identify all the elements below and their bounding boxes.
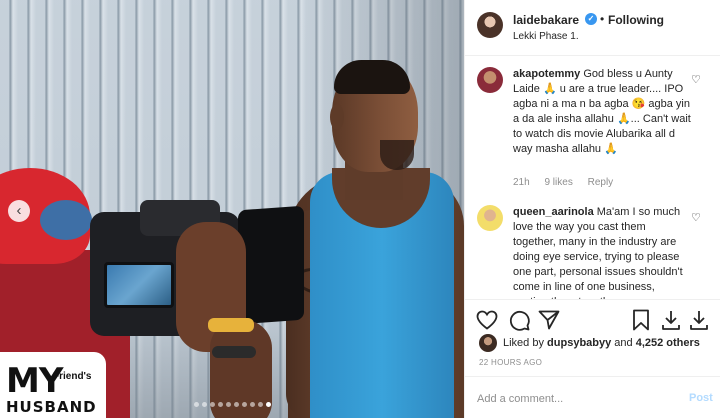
post-header: laidebakare ✓ • Following Lekki Phase 1.: [465, 0, 720, 56]
post-comment-button[interactable]: Post: [689, 392, 713, 404]
bookmark-icon[interactable]: [629, 308, 653, 332]
black-bracelet: [212, 346, 256, 358]
carousel-dot[interactable]: [266, 402, 271, 407]
add-comment-bar: Post: [465, 376, 720, 418]
post-side-panel: laidebakare ✓ • Following Lekki Phase 1.…: [464, 0, 720, 418]
liker-avatar[interactable]: [479, 334, 497, 352]
carousel-dot[interactable]: [258, 402, 263, 407]
comment-like-heart-icon[interactable]: ♡: [691, 73, 701, 86]
comment-icon[interactable]: [507, 308, 531, 332]
commenter-username[interactable]: queen_aarinola: [513, 206, 594, 218]
likes-others-count[interactable]: 4,252 others: [636, 337, 700, 349]
comment-text: God bless u Aunty Laide 🙏 u are a true l…: [513, 68, 691, 155]
movie-logo-husband: HUSBAND: [6, 398, 97, 416]
actor-hair: [334, 60, 410, 94]
download-icon[interactable]: [687, 308, 711, 332]
carousel-dot[interactable]: [218, 402, 223, 407]
likes-connector: and: [614, 337, 633, 349]
carousel-dot[interactable]: [202, 402, 207, 407]
author-username[interactable]: laidebakare: [513, 13, 579, 27]
comment-like-heart-icon[interactable]: ♡: [691, 211, 701, 224]
likes-text: Liked by dupsybabyy and 4,252 others: [503, 337, 700, 349]
likes-summary: Liked by dupsybabyy and 4,252 others: [465, 332, 720, 354]
verified-badge-icon: ✓: [585, 13, 597, 25]
add-comment-input[interactable]: [477, 389, 667, 409]
camera-screen: [104, 262, 174, 308]
chevron-left-icon[interactable]: ‹: [8, 200, 30, 222]
post-timestamp[interactable]: 22 HOURS AGO: [479, 358, 542, 367]
carousel-dot[interactable]: [210, 402, 215, 407]
following-button[interactable]: Following: [608, 13, 664, 27]
comment-text-block: queen_aarinola Ma'am I so much love the …: [513, 205, 691, 299]
carousel-dot[interactable]: [234, 402, 239, 407]
author-avatar[interactable]: [477, 12, 503, 38]
carousel-dot[interactable]: [226, 402, 231, 407]
commenter-avatar[interactable]: [477, 205, 503, 231]
download-icon[interactable]: [659, 308, 683, 332]
actor-ear: [330, 104, 344, 130]
comment-reply-button[interactable]: Reply: [588, 177, 614, 188]
comment-text-block: akapotemmy God bless u Aunty Laide 🙏 u a…: [513, 67, 691, 157]
camera-monitor: [238, 205, 304, 325]
header-separator: •: [600, 12, 605, 26]
actor-beard: [380, 140, 414, 170]
movie-logo-friends: Friend's: [53, 371, 92, 382]
cap-brim: [40, 200, 92, 240]
comment-text: Ma'am I so much love the way you cast th…: [513, 206, 683, 299]
carousel-dot[interactable]: [242, 402, 247, 407]
carousel-dot[interactable]: [250, 402, 255, 407]
carousel-dot[interactable]: [194, 402, 199, 407]
comments-list[interactable]: akapotemmy God bless u Aunty Laide 🙏 u a…: [465, 57, 720, 299]
comment-likes-count[interactable]: 9 likes: [544, 177, 572, 188]
likes-prefix: Liked by: [503, 337, 544, 349]
heart-icon[interactable]: [475, 308, 499, 332]
carousel-dots: [194, 402, 271, 407]
share-icon[interactable]: [537, 308, 561, 332]
post-location[interactable]: Lekki Phase 1.: [513, 31, 579, 42]
comment-time: 21h: [513, 177, 530, 188]
post-media[interactable]: MY Friend's HUSBAND ‹: [0, 0, 464, 418]
commenter-username[interactable]: akapotemmy: [513, 68, 580, 80]
commenter-avatar[interactable]: [477, 67, 503, 93]
gold-bracelet: [208, 318, 254, 332]
liker-username[interactable]: dupsybabyy: [547, 337, 611, 349]
comment-meta: 21h 9 likes Reply: [513, 177, 625, 188]
